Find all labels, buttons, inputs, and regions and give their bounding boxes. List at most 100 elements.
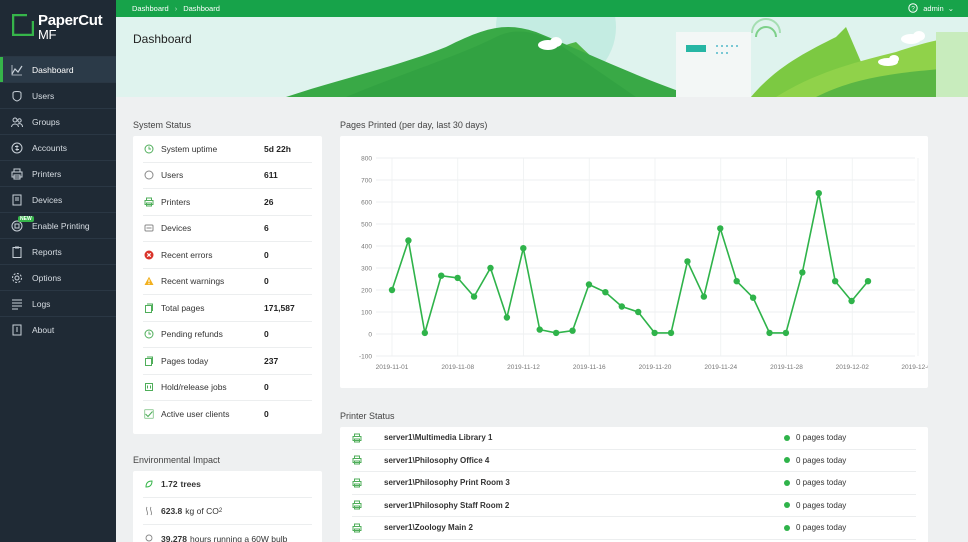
breadcrumb-item[interactable]: Dashboard <box>183 4 220 13</box>
printer-name[interactable]: server1\Multimedia Library 1 <box>384 433 784 442</box>
sidebar-item-accounts[interactable]: Accounts <box>0 134 116 160</box>
status-row[interactable]: System uptime 5d 22h <box>143 136 312 163</box>
status-label: Devices <box>161 223 192 234</box>
breadcrumb-item[interactable]: Dashboard <box>132 4 169 13</box>
sidebar-item-logs[interactable]: Logs <box>0 290 116 316</box>
pages-printed-chart-svg: -100 0 100 200 300 400 500 600 700 800 2019-11-01 2… <box>359 156 928 372</box>
pages-printed-chart: -100 0 100 200 300 400 500 600 700 800 2019-11-01 2… <box>340 136 928 388</box>
status-row[interactable]: Hold/release jobs 0 <box>143 375 312 401</box>
status-value: 0 <box>264 329 269 340</box>
chart-icon <box>10 63 24 77</box>
printer-status-text: 0 pages today <box>796 478 847 488</box>
printer-row[interactable]: server1\Zoology Main 2 0 pages today <box>352 517 916 540</box>
status-value: 6 <box>264 223 269 234</box>
top-bar: Dashboard › Dashboard ? admin ⌄ <box>116 0 968 17</box>
sidebar-item-reports[interactable]: Reports <box>0 238 116 264</box>
sidebar-item-dashboard[interactable]: Dashboard <box>0 56 116 82</box>
refund-icon <box>143 328 155 340</box>
env-co2-row: 623.8 kg of CO 2 <box>143 498 312 525</box>
printer-row[interactable]: server1\Multimedia Library 1 0 pages toda… <box>352 427 916 450</box>
data-point <box>470 293 478 300</box>
printer-icon <box>143 196 155 208</box>
logs-icon <box>10 297 24 311</box>
status-label: Total pages <box>161 302 205 313</box>
printer-status: 0 pages today <box>784 501 916 510</box>
device-icon <box>143 222 155 234</box>
user-icon <box>10 89 24 103</box>
new-badge: NEW <box>18 216 34 222</box>
printer-status: 0 pages today <box>784 456 916 465</box>
sidebar-item-users[interactable]: Users <box>0 82 116 108</box>
chevron-down-icon: ⌄ <box>947 3 954 13</box>
data-point <box>618 303 625 310</box>
status-label: Active user clients <box>161 409 230 420</box>
sidebar-item-label: Enable Printing <box>32 220 90 231</box>
printer-status-text: 0 pages today <box>796 455 847 465</box>
data-point <box>700 293 708 300</box>
banner-illustration <box>116 17 968 97</box>
help-icon[interactable]: ? <box>908 3 918 13</box>
printer-row[interactable]: server1\Philosophy Office 4 0 pages today <box>352 450 916 472</box>
status-row[interactable]: Pending refunds 0 <box>143 322 312 348</box>
status-label: Pending refunds <box>161 329 223 340</box>
hold-icon <box>143 381 155 393</box>
dashboard-banner: Dashboard <box>116 17 968 97</box>
sidebar-item-label: Users <box>32 90 55 101</box>
printer-name[interactable]: server1\Philosophy Print Room 3 <box>384 478 784 487</box>
x-tick-label: 2019-11-20 <box>639 364 672 371</box>
data-point <box>766 329 773 337</box>
data-point <box>815 190 822 197</box>
printer-row[interactable]: server1\Philosophy Staff Room 2 0 pages t… <box>352 495 916 517</box>
printer-icon <box>10 167 24 181</box>
printer-status-text: 0 pages today <box>796 433 847 443</box>
status-value: 0 <box>264 409 269 420</box>
y-tick-label: 300 <box>361 266 372 273</box>
status-dot <box>784 479 790 486</box>
status-row[interactable]: Printers 26 <box>143 189 312 216</box>
status-row[interactable]: Active user clients 0 <box>143 401 312 428</box>
printer-name[interactable]: server1\Philosophy Staff Room 2 <box>384 501 784 510</box>
status-row[interactable]: Devices 6 <box>143 216 312 242</box>
status-row[interactable]: Users 611 <box>143 163 312 189</box>
printer-icon <box>352 433 364 443</box>
page-title: Dashboard <box>133 32 192 46</box>
status-row[interactable]: Recent errors 0 <box>143 242 312 269</box>
x-tick-label: 2019-11-16 <box>573 364 606 371</box>
trees-label: trees <box>180 479 201 489</box>
sidebar-item-enable-printing[interactable]: NEW Enable Printing <box>0 212 116 238</box>
sidebar-item-label: About <box>32 324 55 335</box>
printer-row[interactable]: server1\Philosophy Print Room 3 0 pages t… <box>352 472 916 495</box>
pages-icon <box>143 302 155 314</box>
status-row[interactable]: Recent warnings 0 <box>143 269 312 295</box>
printer-icon <box>352 478 364 488</box>
user-name: admin <box>923 3 944 13</box>
status-value: 171,587 <box>264 302 295 313</box>
system-status-title: System Status <box>133 120 192 130</box>
status-value: 611 <box>264 170 278 181</box>
printer-status-text: 0 pages today <box>796 500 847 510</box>
x-tick-label: 2019-11-12 <box>507 364 540 371</box>
printer-name[interactable]: server1\Zoology Main 2 <box>384 523 784 532</box>
status-value: 0 <box>264 249 269 260</box>
sidebar-item-groups[interactable]: Groups <box>0 108 116 134</box>
sidebar-item-label: Devices <box>32 194 63 205</box>
accounts-icon <box>10 141 24 155</box>
about-icon <box>10 323 24 337</box>
trees-value: 1.72 <box>161 479 178 489</box>
sidebar-item-devices[interactable]: Devices <box>0 186 116 212</box>
user-menu[interactable]: ? admin ⌄ <box>908 3 954 13</box>
sidebar-item-printers[interactable]: Printers <box>0 160 116 186</box>
chart-title: Pages Printed (per day, last 30 days) <box>340 120 488 130</box>
data-point <box>438 272 445 279</box>
clock-icon <box>143 143 155 155</box>
sidebar-item-options[interactable]: Options <box>0 264 116 290</box>
data-point <box>684 258 691 265</box>
printer-icon <box>352 500 364 510</box>
sidebar-item-about[interactable]: About <box>0 316 116 342</box>
y-tick-label: 200 <box>361 288 372 295</box>
status-row[interactable]: Pages today 237 <box>143 348 312 375</box>
logo[interactable]: PaperCut MF <box>0 0 116 56</box>
status-row[interactable]: Total pages 171,587 <box>143 295 312 322</box>
printer-name[interactable]: server1\Philosophy Office 4 <box>384 456 784 465</box>
sidebar-item-label: Groups <box>32 116 60 127</box>
